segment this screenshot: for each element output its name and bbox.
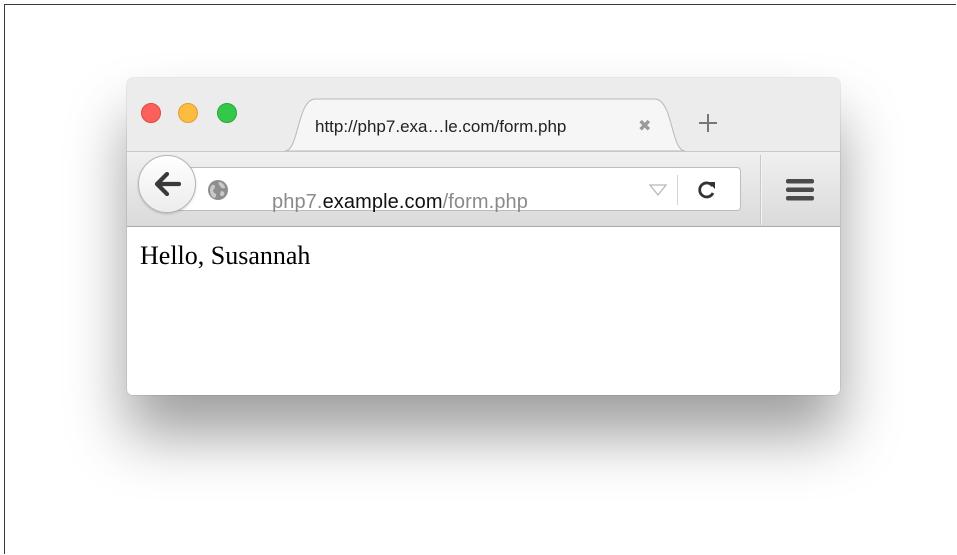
- browser-window: http://php7.exa…le.com/form.php ✖ php7.e…: [127, 78, 840, 395]
- url-divider: [677, 175, 678, 205]
- close-window-button[interactable]: [141, 103, 161, 123]
- reload-icon[interactable]: [696, 179, 718, 201]
- hamburger-menu-icon[interactable]: [786, 178, 814, 202]
- nav-toolbar: php7.example.com/form.php: [127, 151, 840, 227]
- url-prefix: php7.: [272, 191, 323, 213]
- toolbar-separator: [760, 155, 761, 225]
- url-path: /form.php: [442, 191, 528, 213]
- page-content: Hello, Susannah: [127, 227, 840, 395]
- title-bar: http://php7.exa…le.com/form.php ✖: [127, 78, 840, 152]
- globe-icon: [208, 180, 228, 200]
- url-text[interactable]: php7.example.com/form.php: [272, 191, 528, 214]
- minimize-window-button[interactable]: [178, 103, 198, 123]
- back-arrow-icon: [155, 172, 181, 196]
- tab-title: http://php7.exa…le.com/form.php: [315, 117, 567, 136]
- back-button[interactable]: [138, 155, 196, 213]
- url-host: example.com: [322, 191, 443, 213]
- new-tab-button[interactable]: [697, 112, 719, 134]
- tab-close-icon[interactable]: ✖: [638, 116, 651, 136]
- greeting-text: Hello, Susannah: [140, 241, 311, 270]
- dropmarker-icon[interactable]: [649, 184, 667, 196]
- tab-form-php[interactable]: http://php7.exa…le.com/form.php ✖: [285, 98, 685, 152]
- zoom-window-button[interactable]: [217, 103, 237, 123]
- plus-icon: [699, 114, 717, 132]
